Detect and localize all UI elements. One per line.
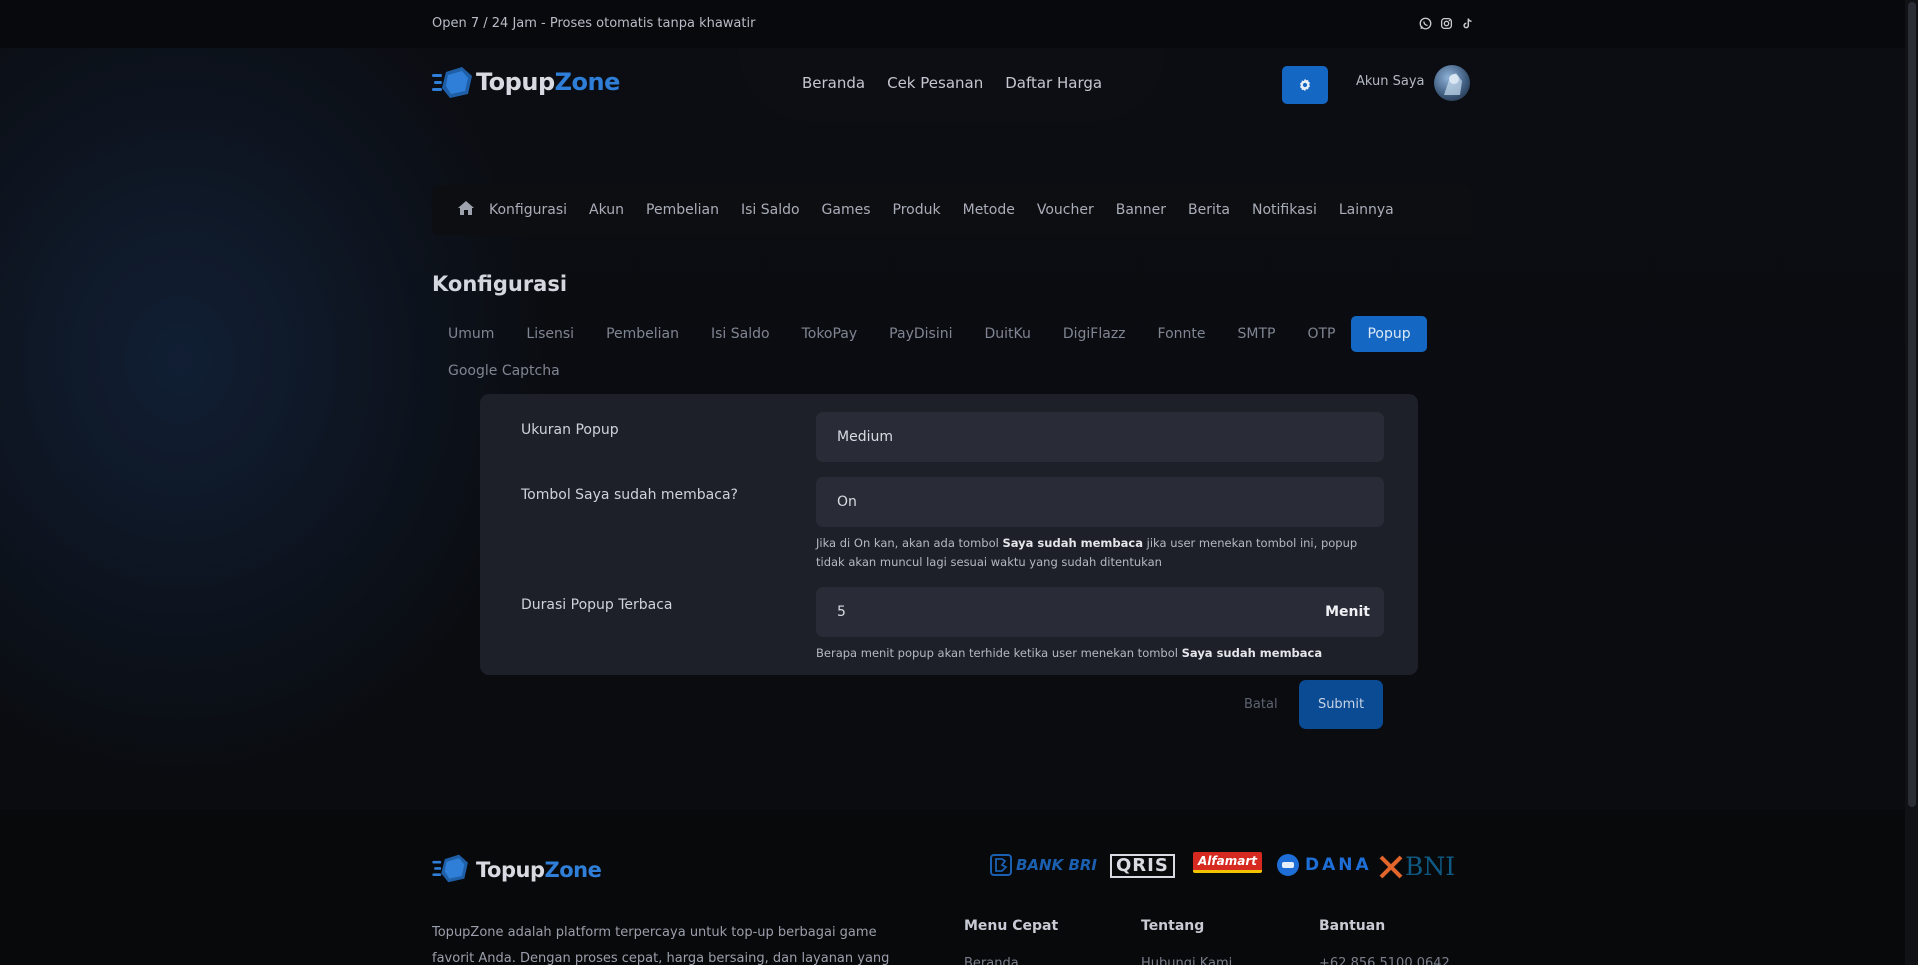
nav-cek-pesanan[interactable]: Cek Pesanan — [887, 74, 983, 92]
nav-beranda[interactable]: Beranda — [802, 74, 865, 92]
payment-logo-bni: BNI — [1379, 852, 1455, 881]
footer-col-bantuan: Bantuan — [1319, 918, 1386, 934]
admin-nav-bar: Konfigurasi Akun Pembelian Isi Saldo Gam… — [432, 185, 1472, 235]
footer-col-menu-cepat: Menu Cepat — [964, 918, 1059, 934]
page-title: Konfigurasi — [432, 272, 568, 296]
tab-lisensi[interactable]: Lisensi — [510, 316, 590, 352]
nav-daftar-harga[interactable]: Daftar Harga — [1005, 74, 1102, 92]
footer-logo-mark-icon — [432, 852, 474, 888]
read-button-value: On — [837, 494, 857, 510]
dana-icon — [1277, 854, 1299, 876]
admin-nav-produk[interactable]: Produk — [893, 202, 941, 218]
read-button-select[interactable]: On — [816, 477, 1384, 527]
config-tabs: Umum Lisensi Pembelian Isi Saldo TokoPay… — [432, 316, 1432, 389]
avatar[interactable] — [1434, 65, 1470, 101]
tab-paydisini[interactable]: PayDisini — [873, 316, 968, 352]
footer-link-hubungi-kami[interactable]: Hubungi Kami — [1141, 956, 1232, 965]
tab-isi-saldo[interactable]: Isi Saldo — [695, 316, 786, 352]
footer-link-beranda[interactable]: Beranda — [964, 956, 1019, 965]
site-footer: TopupZone BANK BRI QRIS Alfamart DANA BN… — [0, 810, 1918, 965]
tab-otp[interactable]: OTP — [1291, 316, 1351, 352]
admin-nav-home[interactable] — [458, 201, 474, 219]
read-duration-value: 5 — [837, 604, 846, 620]
tab-pembelian[interactable]: Pembelian — [590, 316, 695, 352]
admin-nav-konfigurasi[interactable]: Konfigurasi — [489, 202, 567, 218]
tab-tokopay[interactable]: TokoPay — [786, 316, 874, 352]
read-duration-input[interactable]: 5 Menit — [816, 587, 1384, 637]
bni-icon — [1379, 855, 1403, 878]
brand-name: TopupZone — [476, 68, 620, 96]
top-info-bar: Open 7 / 24 Jam - Proses otomatis tanpa … — [0, 0, 1918, 48]
tab-google-captcha[interactable]: Google Captcha — [432, 353, 576, 389]
tab-duitku[interactable]: DuitKu — [968, 316, 1046, 352]
instagram-icon[interactable] — [1440, 17, 1453, 30]
footer-col-tentang: Tentang — [1141, 918, 1205, 934]
footer-link-phone[interactable]: +62 856 5100 0642 — [1319, 956, 1450, 965]
brand-logo[interactable]: TopupZone — [432, 64, 620, 100]
read-duration-label: Durasi Popup Terbaca — [521, 597, 673, 613]
admin-nav-voucher[interactable]: Voucher — [1037, 202, 1094, 218]
popup-settings-panel: Ukuran Popup Medium Tombol Saya sudah me… — [480, 394, 1418, 675]
admin-nav-berita[interactable]: Berita — [1188, 202, 1230, 218]
site-header: TopupZone Beranda Cek Pesanan Daftar Har… — [0, 48, 1918, 168]
topbar-text: Open 7 / 24 Jam - Proses otomatis tanpa … — [432, 16, 756, 31]
popup-size-value: Medium — [837, 429, 893, 445]
account-label[interactable]: Akun Saya — [1356, 74, 1425, 89]
footer-logo[interactable]: TopupZone — [432, 852, 602, 888]
read-button-help: Jika di On kan, akan ada tombol Saya sud… — [816, 536, 1358, 569]
tab-popup[interactable]: Popup — [1351, 316, 1427, 352]
payment-logo-alfamart: Alfamart — [1193, 852, 1262, 873]
admin-nav-games[interactable]: Games — [822, 202, 871, 218]
admin-nav-banner[interactable]: Banner — [1116, 202, 1166, 218]
submit-button[interactable]: Submit — [1299, 680, 1383, 729]
payment-logo-bri: BANK BRI — [990, 854, 1097, 876]
tab-fonnte[interactable]: Fonnte — [1142, 316, 1222, 352]
home-icon — [458, 201, 474, 215]
admin-nav-metode[interactable]: Metode — [963, 202, 1015, 218]
admin-nav-pembelian[interactable]: Pembelian — [646, 202, 719, 218]
main-nav: Beranda Cek Pesanan Daftar Harga — [802, 74, 1102, 92]
scrollbar-thumb[interactable] — [1908, 2, 1916, 807]
footer-brand-name: TopupZone — [476, 858, 602, 882]
gear-icon — [1299, 78, 1311, 92]
bri-icon — [990, 854, 1012, 876]
popup-size-label: Ukuran Popup — [521, 422, 619, 438]
read-duration-unit: Menit — [1325, 604, 1370, 620]
tab-digiflazz[interactable]: DigiFlazz — [1047, 316, 1142, 352]
logo-mark-icon — [432, 64, 474, 100]
read-duration-help: Berapa menit popup akan terhide ketika u… — [816, 646, 1323, 660]
settings-button[interactable] — [1282, 66, 1328, 104]
tab-smtp[interactable]: SMTP — [1222, 316, 1292, 352]
cancel-button[interactable]: Batal — [1244, 697, 1278, 712]
footer-description: TopupZone adalah platform terpercaya unt… — [432, 925, 890, 965]
social-links — [1419, 17, 1474, 30]
popup-size-select[interactable]: Medium — [816, 412, 1384, 462]
admin-nav-akun[interactable]: Akun — [589, 202, 624, 218]
admin-nav-isi-saldo[interactable]: Isi Saldo — [741, 202, 800, 218]
payment-logo-qris: QRIS — [1110, 854, 1175, 878]
read-button-label: Tombol Saya sudah membaca? — [521, 487, 738, 503]
whatsapp-icon[interactable] — [1419, 17, 1432, 30]
admin-nav-notifikasi[interactable]: Notifikasi — [1252, 202, 1317, 218]
tab-umum[interactable]: Umum — [432, 316, 510, 352]
payment-logo-dana: DANA — [1276, 853, 1372, 877]
tiktok-icon[interactable] — [1461, 17, 1474, 30]
admin-nav-lainnya[interactable]: Lainnya — [1339, 202, 1394, 218]
